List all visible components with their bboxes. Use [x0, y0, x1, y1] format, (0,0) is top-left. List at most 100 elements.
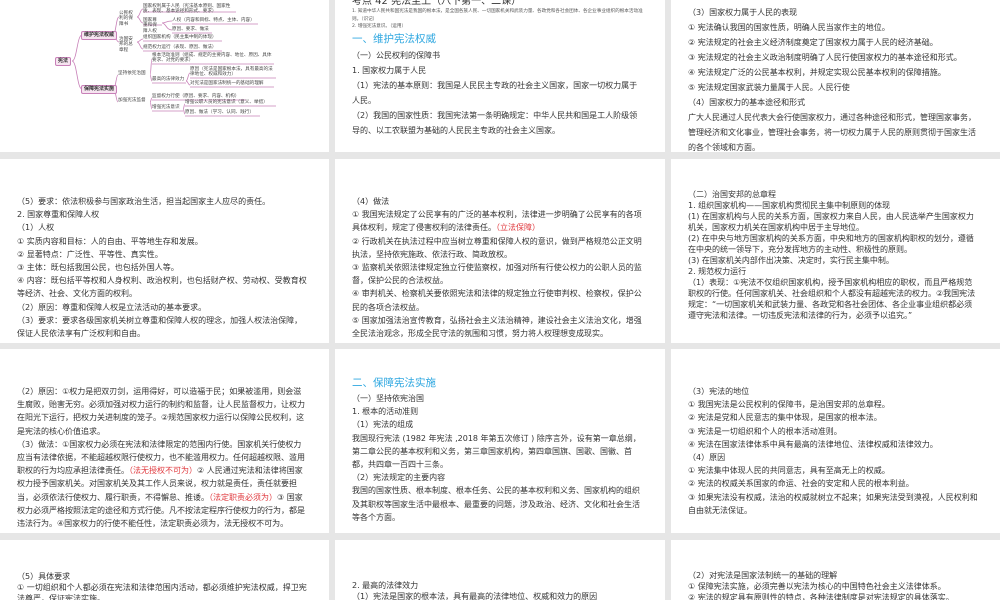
text-paragraph: ③ 宪法规定的社会主义政治制度明确了人民行使国家权力的基本途径和形式。: [688, 50, 978, 65]
text-span: ② 显著特点：广泛性、平等性、真实性。: [17, 249, 163, 259]
text-paragraph: ③ 宪法是一切组织和个人的根本活动准则。: [688, 425, 978, 438]
mind-map-node: 坚持依宪治国: [118, 71, 146, 76]
mind-map-node: 组织国家机构（民主集中制的体现）: [143, 35, 217, 40]
text-paragraph: ② 宪法的规定具有原则性的特点，各种法律制度是对宪法规定的具体落实。: [688, 592, 978, 600]
mind-map-node: 增强公职人员的宪法意识（意义、举措）: [185, 100, 268, 105]
text-paragraph: ① 保障宪法实施，必须完善以宪法为核心的中国特色社会主义法律体系。: [688, 581, 978, 592]
text-span: ② 宪法是党和人民意志的集中体现，是国家的根本法。: [688, 413, 882, 423]
text-paragraph: （4）国家权力的基本途径和形式: [688, 95, 978, 110]
mind-map-branch: 维护宪法权威: [81, 31, 118, 41]
mind-map-node: 人权（内容和目标、特点、主体、内容）: [172, 18, 255, 23]
mind-map-node: 加强宪法监督: [118, 98, 146, 103]
text-paragraph: ② 宪法的权威关系国家的命运、社会的安定和人民的根本利益。: [688, 477, 978, 490]
text-span: 二、保障宪法实施: [352, 377, 436, 389]
slide-thumbnail-8[interactable]: 二、保障宪法实施 （一）坚持依宪治国 1. 根本的活动准则 （1）宪法的组成我国现行宪…: [335, 349, 665, 533]
text-paragraph: ② 宪法规定的社会主义经济制度奠定了国家权力属于人民的经济基础。: [688, 35, 978, 50]
text-paragraph: 2. 最高的法律效力: [352, 580, 643, 591]
text-paragraph: (2) 在中央与地方国家机构的关系方面，中央和地方的国家机构职权的划分，遵循在中…: [688, 233, 978, 255]
mind-map-node: 原因、做法（学习、认同、践行）: [185, 110, 254, 115]
text-paragraph: ⑤ 国家加强法治宣传教育，弘扬社会主义法治精神，建设社会主义法治文化，增强全民法…: [352, 314, 643, 340]
text-paragraph: 广大人民通过人民代表大会行使国家权力，通过各种途径和形式，管理国家事务，管理经济…: [688, 110, 978, 152]
mind-map-node: 根本活动准则（组成、规定的主要内容、地位、原因、具体要求、对党的要求）: [152, 53, 272, 64]
mind-map: 宪法 维护宪法权威 保障宪法实施 公民权利的保障书 治国安邦的总章程 坚持依宪治…: [0, 0, 329, 152]
text-span: （2）原因：①权力是把双刃剑，运用得好，可以造福于民；如果被滥用，则会滋生腐败，…: [17, 387, 305, 436]
section-heading: 二、保障宪法实施: [352, 375, 643, 392]
slide-thumbnail-6[interactable]: （二）治国安邦的总章程 1. 组织国家机构——国家机构贯彻民主集中制原则的体现 (1…: [671, 159, 1000, 343]
text-paragraph: ① 我国宪法规定了公民享有的广泛的基本权利，法律进一步明确了公民享有的各项具体权…: [352, 208, 643, 234]
text-span: ① 宪法集中体现人民的共同意志，具有至高无上的权威。: [688, 466, 890, 476]
text-span: ② 宪法的规定具有原则性的特点，各种法律制度是对宪法规定的具体落实。: [688, 593, 954, 600]
text-span: 1. 根本的活动准则: [352, 407, 419, 417]
text-span: ① 宪法确认我国的国家性质，明确人民当家作主的地位。: [688, 23, 890, 32]
text-paragraph: ④ 审判机关、检察机关要依照宪法和法律的规定独立行使审判权、检察权，保护公民的各…: [352, 287, 643, 313]
text-paragraph: （2）对宪法是国家法制统一的基础的理解: [688, 570, 978, 581]
mind-map-node: 最高的法律效力: [152, 77, 185, 82]
text-span: 一、维护宪法权威: [352, 32, 436, 45]
slide-thumbnail-11[interactable]: 2. 最高的法律效力 （1）宪法是国家的根本法，具有最高的法律地位、权威和效力的原…: [335, 540, 665, 600]
slide-thumbnail-12[interactable]: （2）对宪法是国家法制统一的基础的理解 ① 保障宪法实施，必须完善以宪法为核心的中…: [671, 540, 1000, 600]
text-paragraph: ① 一切组织和个人都必须在宪法和法律范围内活动，都必须维护宪法权威，捍卫宪法尊严…: [17, 582, 307, 600]
slide-title: 考点 42 宪法至上（八下第一、二课）: [352, 0, 643, 8]
text-paragraph: ⑤ 宪法规定国家武装力量属于人民。人民行使: [688, 80, 978, 95]
text-paragraph: （2）我国的国家性质：我国宪法第一条明确规定：中华人民共和国是工人阶级领导的、以…: [352, 108, 643, 138]
slide-thumbnail-5[interactable]: （4）做法 ① 我国宪法规定了公民享有的广泛的基本权利，法律进一步明确了公民享有的…: [335, 159, 665, 343]
mind-map-node: 公民权利的保障书: [119, 11, 133, 27]
text-span: （2）原因：尊重和保障人权是立法活动的基本要求。: [17, 302, 207, 312]
text-paragraph: （1）宪法是国家的根本法，具有最高的法律地位、权威和效力的原因: [352, 591, 643, 600]
text-paragraph: 2. 国家尊重和保障人权: [17, 208, 307, 221]
text-span: ② 宪法规定的社会主义经济制度奠定了国家权力属于人民的经济基础。: [688, 38, 938, 47]
text-span: 2. 规范权力运行: [688, 267, 747, 276]
text-paragraph: ④ 宪法在国家法律体系中具有最高的法律地位、法律权威和法律效力。: [688, 438, 978, 451]
slide-thumbnail-3[interactable]: （3）国家权力属于人民的表现 ① 宪法确认我国的国家性质，明确人民当家作主的地位。…: [671, 0, 1000, 152]
slide-text: （3）宪法的地位 ① 我国宪法是公民权利的保障书，是治国安邦的总章程。 ② 宪法是党…: [688, 385, 978, 517]
text-paragraph: 我国现行宪法 (1982 年宪法 ,2018 年第五次修订 ) 除序言外，设有第…: [352, 432, 643, 472]
text-span: （一）坚持依宪治国: [352, 394, 424, 403]
slide-thumbnail-10[interactable]: （5）具体要求 ① 一切组织和个人都必须在宪法和法律范围内活动，都必须维护宪法权威…: [0, 540, 329, 600]
text-paragraph: （二）治国安邦的总章程: [688, 189, 978, 200]
text-paragraph: （5）具体要求: [17, 571, 307, 582]
slide-thumbnail-7[interactable]: （2）原因：①权力是把双刃剑，运用得好，可以造福于民；如果被滥用，则会滋生腐败，…: [0, 349, 329, 533]
text-span: （一）公民权利的保障书: [352, 50, 440, 60]
slide-text: 考点 42 宪法至上（八下第一、二课） 1. 知道中华人民共和国宪法是我国的根本法…: [352, 0, 643, 138]
slide-thumbnail-1[interactable]: 宪法 维护宪法权威 保障宪法实施 公民权利的保障书 治国安邦的总章程 坚持依宪治…: [0, 0, 329, 152]
text-span: 考点 42 宪法至上（八下第一、二课）: [352, 0, 522, 7]
text-span: ① 一切组织和个人都必须在宪法和法律范围内活动，都必须维护宪法权威，捍卫宪法尊严…: [17, 583, 307, 600]
text-span: ③ 宪法规定的社会主义政治制度明确了人民行使国家权力的基本途径和形式。: [688, 53, 962, 62]
text-paragraph: （2）原因：①权力是把双刃剑，运用得好，可以造福于民；如果被滥用，则会滋生腐败，…: [17, 385, 307, 438]
text-span: （3）要求：要求各级国家机关树立尊重和保障人权的理念，加强人权法治保障，保证人民…: [17, 315, 303, 339]
text-span: 1. 组织国家机构——国家机构贯彻民主集中制原则的体现: [688, 201, 891, 210]
text-span: 我国的国家性质、根本制度、根本任务、公民的基本权利和义务、国家机构的组织及其职权…: [352, 486, 640, 522]
text-paragraph: （一）公民权利的保障书: [352, 48, 643, 63]
slide-thumbnail-2[interactable]: 考点 42 宪法至上（八下第一、二课） 1. 知道中华人民共和国宪法是我国的根本法…: [335, 0, 665, 152]
mind-map-node: 对宪法是国家法制统一的基础的理解: [190, 81, 264, 86]
text-span: 1. 国家权力属于人民: [352, 65, 427, 75]
text-span: 2. 最高的法律效力: [352, 581, 419, 590]
text-span: 广大人民通过人民代表大会行使国家权力，通过各种途径和形式，管理国家事务，管理经济…: [688, 113, 976, 152]
slide-text: （5）具体要求 ① 一切组织和个人都必须在宪法和法律范围内活动，都必须维护宪法权威…: [17, 571, 307, 600]
emphasis-note: （法无授权不可为）: [129, 466, 197, 476]
text-span: （二）治国安邦的总章程: [688, 190, 776, 199]
text-paragraph: （3）宪法的地位: [688, 385, 978, 398]
slide-thumbnail-9[interactable]: （3）宪法的地位 ① 我国宪法是公民权利的保障书，是治国安邦的总章程。 ② 宪法是党…: [671, 349, 1000, 533]
text-span: ④ 内容：既包括平等权和人身权利、政治权利，也包括财产权、劳动权、受教育权等经济…: [17, 276, 307, 299]
mind-map-branch: 保障宪法实施: [81, 85, 118, 95]
text-span: 我国现行宪法 (1982 年宪法 ,2018 年第五次修订 ) 除序言外，设有第…: [352, 433, 641, 470]
slide-text: （3）国家权力属于人民的表现 ① 宪法确认我国的国家性质，明确人民当家作主的地位。…: [688, 5, 978, 152]
text-paragraph: （4）做法: [352, 195, 643, 208]
text-span: ① 我国宪法是公民权利的保障书，是治国安邦的总章程。: [688, 400, 890, 410]
text-paragraph: 2. 规范权力运行: [688, 266, 978, 277]
text-paragraph: （1）人权: [17, 221, 307, 234]
text-paragraph: ① 宪法确认我国的国家性质，明确人民当家作主的地位。: [688, 20, 978, 35]
slide-text: （2）对宪法是国家法制统一的基础的理解 ① 保障宪法实施，必须完善以宪法为核心的中…: [688, 570, 978, 600]
text-paragraph: ② 显著特点：广泛性、平等性、真实性。: [17, 248, 307, 261]
section-heading: 一、维护宪法权威: [352, 31, 643, 48]
text-span: （2）我国的国家性质：我国宪法第一条明确规定：中华人民共和国是工人阶级领导的、以…: [352, 110, 638, 135]
text-paragraph: （1）宪法的组成: [352, 418, 643, 431]
text-span: ④ 审判机关、检察机关要依照宪法和法律的规定独立行使审判权、检察权，保护公民的各…: [352, 289, 642, 312]
text-span: 2. 国家尊重和保障人权: [17, 210, 100, 220]
text-paragraph: ④ 内容：既包括平等权和人身权利、政治权利，也包括财产权、劳动权、受教育权等经济…: [17, 274, 307, 300]
text-paragraph: 1. 国家权力属于人民: [352, 63, 643, 78]
slide-thumbnail-4[interactable]: （5）要求：依法积极参与国家政治生活，担当起国家主人应尽的责任。 2. 国家尊重和…: [0, 159, 329, 343]
text-paragraph: （1）表现：①宪法不仅组织国家机构，授予国家机构相应的职权，而且严格规范职权的行…: [688, 277, 978, 321]
text-span: （3）宪法的地位: [688, 387, 750, 396]
